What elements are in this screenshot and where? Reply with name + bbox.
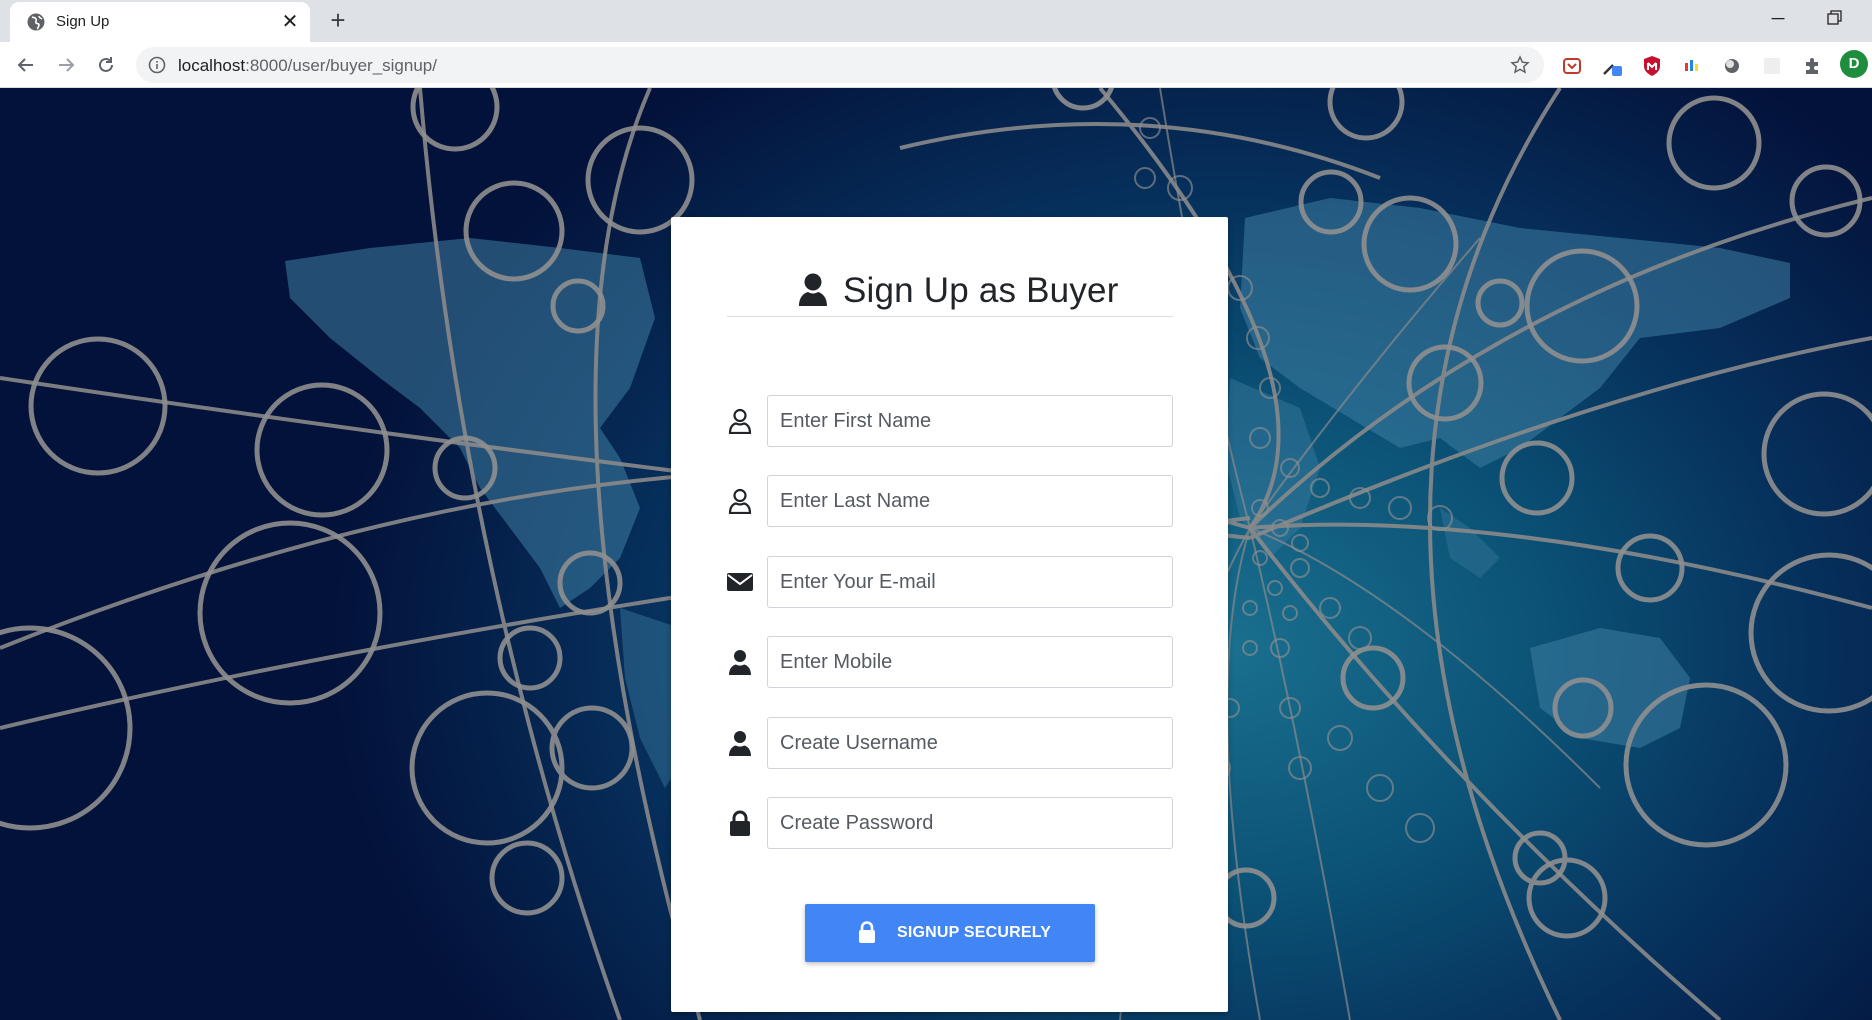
new-tab-button[interactable]: +	[324, 6, 352, 34]
url-host: localhost	[178, 56, 246, 75]
form-header: Sign Up as Buyer	[727, 255, 1173, 317]
pocket-extension-icon[interactable]	[1561, 55, 1583, 77]
password-row	[727, 797, 1173, 849]
user-outline-icon	[728, 488, 752, 514]
lock-icon	[859, 921, 875, 943]
reload-icon	[99, 57, 113, 72]
reload-button[interactable]	[92, 51, 120, 79]
tab-strip: Sign Up ✕ + ─	[0, 0, 1872, 42]
first-name-row	[727, 395, 1173, 447]
page-title: Sign Up as Buyer	[843, 271, 1119, 310]
mobile-input[interactable]	[767, 636, 1173, 688]
mcafee-extension-icon[interactable]	[1641, 55, 1663, 77]
blank-extension-icon[interactable]	[1761, 55, 1783, 77]
info-icon[interactable]	[148, 56, 166, 74]
color-picker-extension-icon[interactable]	[1601, 55, 1623, 77]
user-icon	[799, 273, 827, 306]
url-path: :8000/user/buyer_signup/	[245, 56, 437, 75]
mobile-row	[727, 636, 1173, 688]
globe-icon	[27, 13, 45, 31]
first-name-input[interactable]	[767, 395, 1173, 447]
signup-button-label: SIGNUP SECURELY	[897, 924, 1052, 941]
page-background: Sign Up as Buyer Enter First Name Enter …	[0, 88, 1872, 1020]
signup-form: Sign Up as Buyer Enter First Name Enter …	[671, 217, 1228, 1012]
last-name-input[interactable]	[767, 475, 1173, 527]
browser-toolbar: localhost:8000/user/buyer_signup/ D	[0, 42, 1872, 88]
lock-icon	[730, 810, 750, 836]
circle-extension-icon[interactable]	[1721, 55, 1743, 77]
extensions-puzzle-icon[interactable]	[1801, 55, 1823, 77]
tab-close-icon[interactable]: ✕	[278, 10, 302, 34]
arrow-right-icon	[59, 58, 75, 72]
email-input[interactable]	[767, 556, 1173, 608]
user-icon	[729, 731, 751, 756]
envelope-icon	[727, 573, 753, 591]
bookmark-star-icon[interactable]	[1510, 55, 1530, 75]
minimize-button[interactable]: ─	[1766, 6, 1790, 30]
last-name-row	[727, 475, 1173, 527]
username-row	[727, 717, 1173, 769]
address-bar[interactable]: localhost:8000/user/buyer_signup/	[136, 47, 1544, 83]
username-input[interactable]	[767, 717, 1173, 769]
browser-tab[interactable]: Sign Up ✕	[10, 2, 310, 42]
user-icon	[729, 650, 751, 675]
forward-button[interactable]	[52, 51, 80, 79]
password-input[interactable]	[767, 797, 1173, 849]
signup-securely-button[interactable]: SIGNUP SECURELY	[805, 904, 1095, 962]
back-button[interactable]	[12, 51, 40, 79]
url-text: localhost:8000/user/buyer_signup/	[178, 56, 437, 76]
arrow-left-icon	[17, 58, 33, 72]
user-outline-icon	[728, 408, 752, 434]
bars-extension-icon[interactable]	[1681, 55, 1703, 77]
restore-window-icon[interactable]	[1823, 6, 1847, 30]
tab-title: Sign Up	[56, 13, 110, 30]
profile-avatar[interactable]: D	[1840, 50, 1868, 78]
email-row	[727, 556, 1173, 608]
